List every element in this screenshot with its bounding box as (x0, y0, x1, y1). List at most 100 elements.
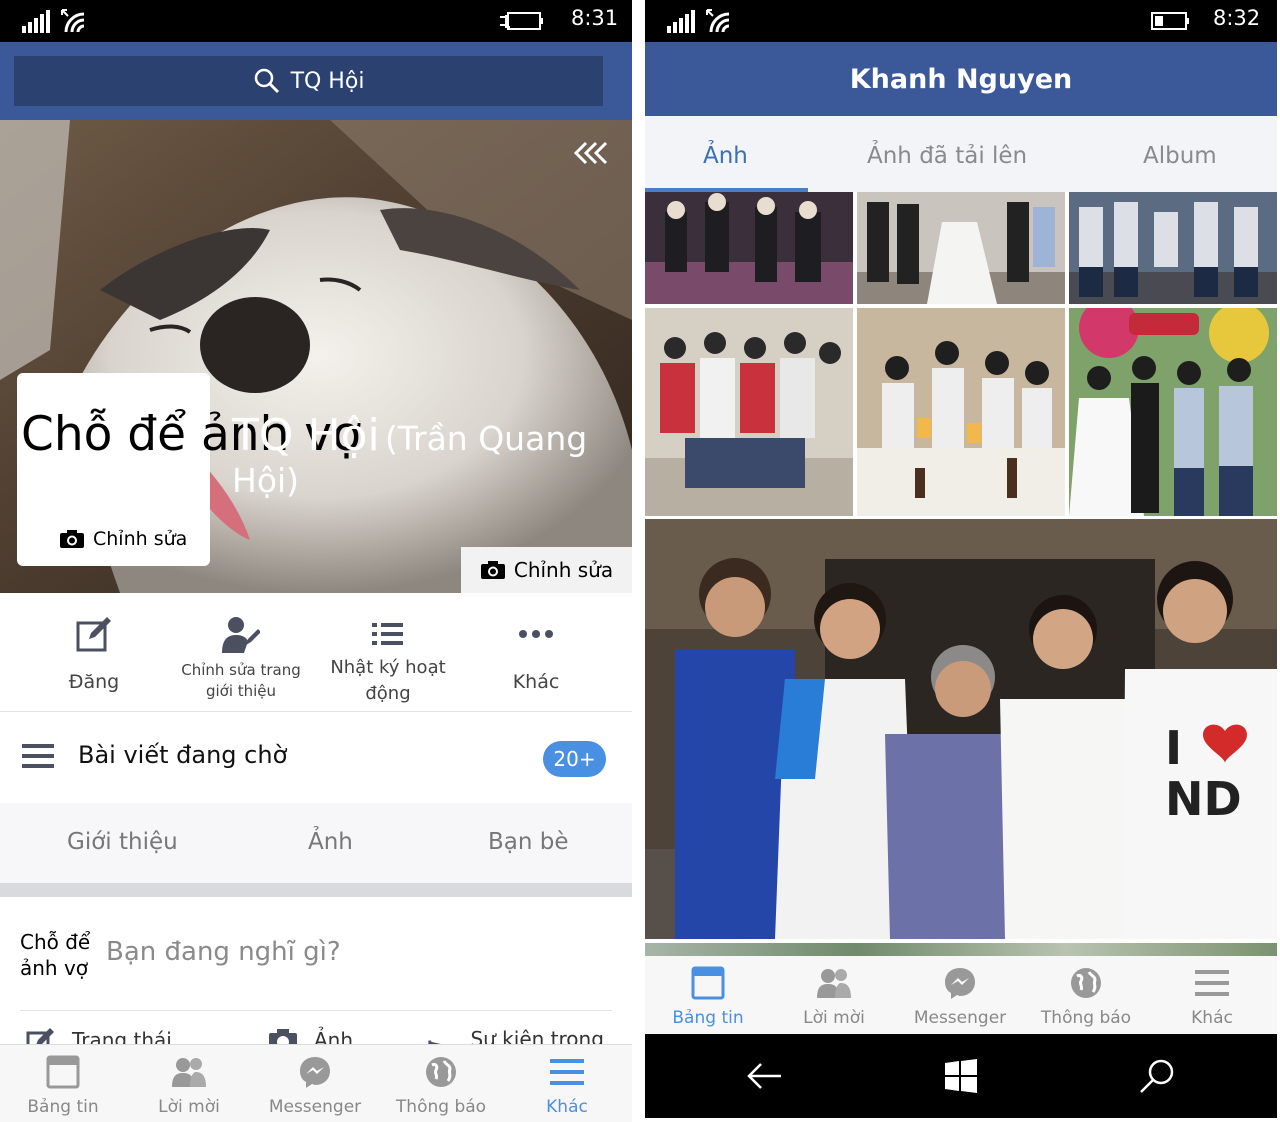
nav-more[interactable]: Khác (1149, 956, 1275, 1034)
next-photo-preview[interactable] (645, 943, 1277, 957)
bottom-navigation: Bảng tin Lời mời Messenger Thông báo Khá… (0, 1044, 632, 1122)
edit-profile-picture-label: Chỉnh sửa (93, 528, 188, 550)
nav-messenger-label: Messenger (913, 1008, 1007, 1028)
nav-news-feed-label: Bảng tin (672, 1008, 744, 1028)
nav-news-feed-label: Bảng tin (27, 1097, 99, 1117)
tab-photos[interactable]: Ảnh (703, 143, 748, 169)
signal-wifi-icon (667, 9, 730, 33)
search-bar[interactable]: TQ Hội (14, 56, 603, 106)
messenger-icon (945, 968, 975, 999)
signal-wifi-icon (22, 9, 85, 33)
nav-news-feed[interactable]: Bảng tin (0, 1045, 126, 1122)
section-separator (0, 883, 632, 897)
photo-image (645, 192, 853, 304)
photo-image (1069, 192, 1277, 304)
tab-uploaded-photos[interactable]: Ảnh đã tải lên (867, 143, 1027, 169)
nav-friend-requests[interactable]: Lời mời (771, 956, 897, 1034)
news-feed-icon (46, 1055, 80, 1089)
nav-more-label: Khác (1191, 1008, 1233, 1028)
tab-about[interactable]: Giới thiệu (67, 829, 178, 855)
list-icon (372, 623, 403, 645)
nav-friend-requests-label: Lời mời (803, 1008, 865, 1028)
photo-large[interactable]: I ND (645, 519, 1277, 939)
activity-log-button[interactable]: Nhật ký hoạt động (313, 593, 463, 711)
nav-friend-requests-label: Lời mời (158, 1097, 220, 1117)
profile-tabs: Giới thiệu Ảnh Bạn bè (0, 803, 632, 883)
more-actions-button[interactable]: Khác (461, 593, 611, 711)
photo-tabs: Ảnh Ảnh đã tải lên Album (645, 116, 1277, 192)
tab-album[interactable]: Album (1143, 143, 1217, 169)
photo-image (1069, 308, 1277, 516)
photo-thumbnail[interactable] (645, 308, 853, 516)
top-bar: Khanh Nguyen (645, 42, 1277, 116)
edit-intro-button[interactable]: Chỉnh sửa trang giới thiệu (166, 593, 316, 711)
messenger-icon (300, 1057, 330, 1088)
tab-friends[interactable]: Bạn bè (488, 829, 569, 855)
photo-image (857, 192, 1065, 304)
nav-news-feed[interactable]: Bảng tin (645, 956, 771, 1034)
camera-icon (480, 561, 505, 579)
post-label: Đăng (68, 671, 120, 693)
edit-cover-photo-button[interactable]: Chỉnh sửa (461, 547, 632, 593)
photo-thumbnail[interactable] (857, 308, 1065, 516)
search-icon (254, 68, 279, 94)
bottom-navigation: Bảng tin Lời mời Messenger Thông báo Khá… (645, 956, 1277, 1034)
search-query: TQ Hội (290, 68, 365, 94)
windows-start-icon[interactable] (941, 1056, 981, 1096)
nav-notifications[interactable]: Thông báo (1023, 956, 1149, 1034)
left-phone-screen: 8:31 TQ Hội Chỗ để ảnh vợ Chỉnh sửa TQ H… (0, 0, 632, 1122)
collapse-chevrons-icon[interactable] (572, 140, 612, 166)
search-icon[interactable] (1137, 1056, 1177, 1096)
photo-thumbnail[interactable] (1069, 308, 1277, 516)
menu-icon (550, 1059, 584, 1085)
activity-log-label: Nhật ký hoạt động (330, 657, 446, 704)
nav-more[interactable]: Khác (504, 1045, 630, 1122)
clock: 8:32 (1213, 6, 1261, 30)
nav-notifications[interactable]: Thông báo (378, 1045, 504, 1122)
pending-posts-label: Bài viết đang chờ (78, 741, 288, 769)
photo-thumbnail[interactable] (857, 192, 1065, 304)
battery-charging-icon (500, 12, 543, 30)
camera-icon (60, 530, 84, 548)
top-bar: TQ Hội (0, 42, 632, 120)
cover-photo[interactable]: Chỗ để ảnh vợ Chỉnh sửa TQ Hội (Trần Qua… (0, 120, 632, 593)
post-composer: Chỗ để ảnh vợ Bạn đang nghĩ gì? Trạng th… (0, 897, 632, 1075)
post-button[interactable]: Đăng (19, 593, 169, 711)
friends-icon (817, 969, 851, 998)
friends-icon (172, 1058, 206, 1087)
edit-profile-picture-button[interactable]: Chỉnh sửa (59, 528, 187, 550)
nav-messenger[interactable]: Messenger (252, 1045, 378, 1122)
battery-icon (1151, 12, 1189, 30)
profile-name: TQ Hội (Trần Quang Hội) (232, 410, 622, 500)
composer-avatar: Chỗ để ảnh vợ (20, 930, 91, 980)
page-title: Khanh Nguyen (849, 63, 1073, 95)
photo-thumbnail[interactable] (645, 192, 853, 304)
nav-notifications-label: Thông báo (1040, 1008, 1132, 1028)
news-feed-icon (691, 966, 725, 1000)
tab-photos[interactable]: Ảnh (308, 829, 353, 855)
globe-icon (1071, 968, 1101, 998)
pending-posts-row[interactable]: Bài viết đang chờ 20+ (0, 711, 632, 803)
edit-intro-label: Chỉnh sửa trang giới thiệu (181, 661, 301, 700)
photo-thumbnail[interactable] (1069, 192, 1277, 304)
profile-display-name: TQ Hội (232, 410, 380, 461)
nav-messenger-label: Messenger (268, 1097, 362, 1117)
nav-notifications-label: Thông báo (395, 1097, 487, 1117)
nav-messenger[interactable]: Messenger (897, 956, 1023, 1034)
pending-posts-badge: 20+ (543, 741, 606, 777)
nav-friend-requests[interactable]: Lời mời (126, 1045, 252, 1122)
globe-icon (426, 1057, 456, 1087)
profile-actions: Đăng Chỉnh sửa trang giới thiệu Nhật ký … (0, 593, 632, 711)
menu-icon (1195, 970, 1229, 996)
status-bar: 8:31 (0, 0, 632, 42)
svg-text:I: I (1165, 721, 1182, 775)
more-dots-icon (519, 630, 553, 638)
status-bar: 8:32 (645, 0, 1277, 42)
back-arrow-icon[interactable] (745, 1056, 785, 1096)
menu-icon (22, 744, 54, 768)
system-navigation-bar (645, 1034, 1277, 1118)
photo-image (645, 308, 853, 516)
profile-picture[interactable]: Chỗ để ảnh vợ Chỉnh sửa (17, 373, 361, 566)
edit-person-icon (222, 617, 260, 653)
composer-input[interactable]: Bạn đang nghĩ gì? (106, 937, 341, 967)
